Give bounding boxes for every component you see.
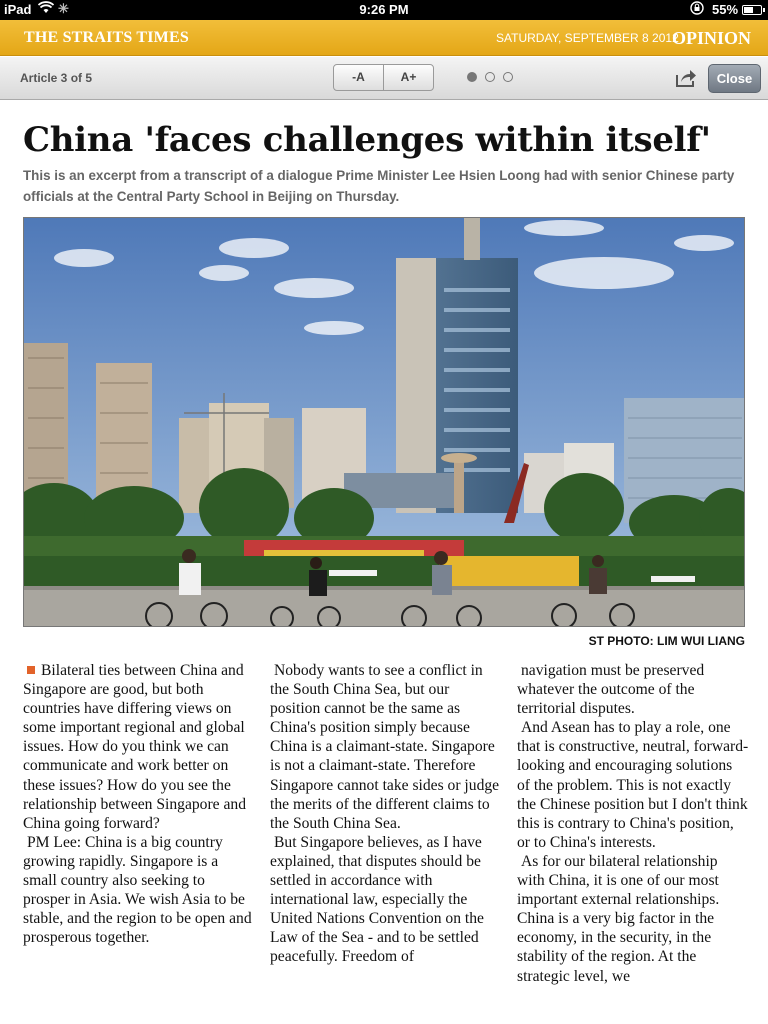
page-dot[interactable] bbox=[485, 72, 495, 82]
article-toolbar: Article 3 of 5 -A A+ Close bbox=[0, 57, 768, 100]
close-button[interactable]: Close bbox=[708, 64, 761, 93]
section-title: OPINION bbox=[672, 28, 752, 48]
newspaper-logo[interactable]: THE STRAITS TIMES bbox=[24, 29, 189, 47]
question-text: Bilateral ties between China and Singapo… bbox=[23, 662, 247, 832]
edition-date: SATURDAY, SEPTEMBER 8 2012 bbox=[496, 31, 679, 45]
increase-font-button[interactable]: A+ bbox=[383, 65, 433, 90]
battery-percent: 55% bbox=[712, 2, 739, 17]
article-column-2: Nobody wants to see a conflict in the So… bbox=[270, 661, 502, 967]
page-dot[interactable] bbox=[503, 72, 513, 82]
paragraph: Bilateral ties between China and Singapo… bbox=[23, 661, 255, 833]
share-icon[interactable] bbox=[674, 66, 698, 90]
bullet-square-icon bbox=[27, 666, 35, 674]
battery-icon bbox=[742, 5, 765, 15]
paragraph: As for our bilateral relationship with C… bbox=[517, 852, 720, 985]
article-headline: China 'faces challenges within itself' bbox=[23, 120, 711, 160]
article-column-3: navigation must be preserved whatever th… bbox=[517, 661, 749, 986]
paragraph: And Asean has to play a role, one that i… bbox=[517, 719, 749, 851]
photo-credit: ST PHOTO: LIM WUI LIANG bbox=[588, 634, 745, 648]
paragraph: navigation must be preserved whatever th… bbox=[517, 662, 705, 718]
status-bar: iPad ✳ 9:26 PM 55% bbox=[0, 0, 768, 20]
paragraph: But Singapore believes, as I have explai… bbox=[270, 833, 484, 966]
clock: 9:26 PM bbox=[359, 2, 409, 17]
rotation-lock-icon bbox=[690, 1, 704, 18]
page-dot[interactable] bbox=[467, 72, 477, 82]
page-indicator[interactable] bbox=[467, 72, 513, 83]
article-standfirst: This is an excerpt from a transcript of … bbox=[23, 168, 735, 204]
decrease-font-button[interactable]: -A bbox=[334, 65, 383, 90]
article-counter: Article 3 of 5 bbox=[20, 71, 93, 85]
font-size-control: -A A+ bbox=[333, 64, 434, 91]
paragraph: Nobody wants to see a conflict in the So… bbox=[270, 662, 500, 832]
masthead: THE STRAITS TIMES SATURDAY, SEPTEMBER 8 … bbox=[0, 20, 768, 56]
article-column-1: Bilateral ties between China and Singapo… bbox=[23, 661, 255, 947]
article-photo bbox=[23, 217, 745, 627]
paragraph: PM Lee: China is a big country growing r… bbox=[23, 833, 252, 947]
